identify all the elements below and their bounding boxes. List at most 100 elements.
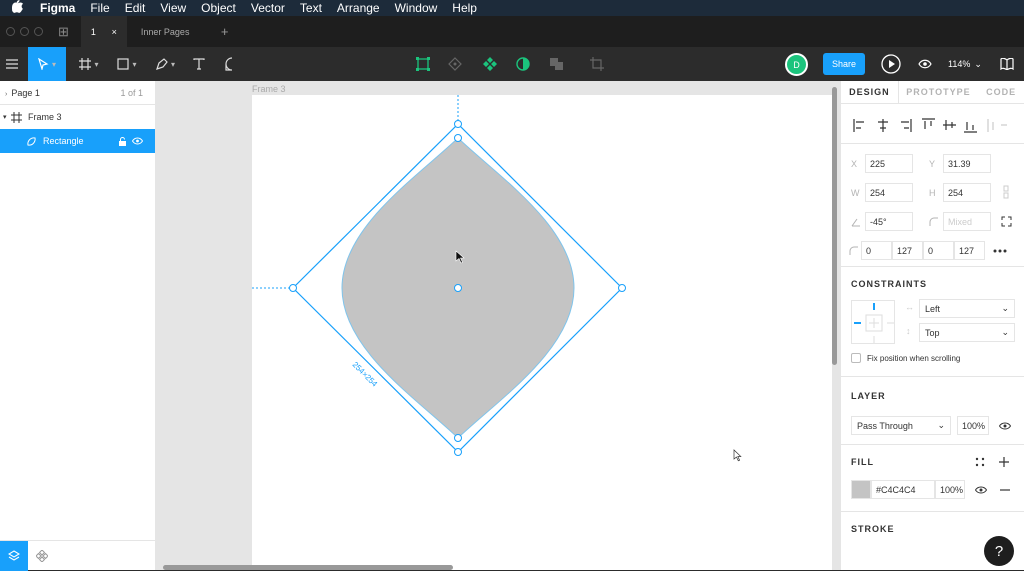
main-menu-icon[interactable] bbox=[0, 47, 24, 81]
view-settings-button[interactable] bbox=[915, 47, 935, 81]
align-icons bbox=[853, 118, 1007, 133]
minimize-window-button[interactable] bbox=[20, 27, 29, 36]
tab-prototype[interactable]: PROTOTYPE bbox=[899, 81, 979, 103]
distribute-icon bbox=[987, 119, 994, 132]
menu-help[interactable]: Help bbox=[452, 1, 477, 15]
zoom-window-button[interactable] bbox=[34, 27, 43, 36]
select-value: Top bbox=[925, 327, 940, 338]
assets-tab-button[interactable] bbox=[28, 541, 56, 571]
more-icon[interactable] bbox=[993, 249, 1007, 253]
rotation-input[interactable]: -45° bbox=[865, 212, 913, 231]
create-component-button[interactable] bbox=[479, 47, 501, 81]
remove-icon[interactable] bbox=[1000, 489, 1010, 491]
apple-icon[interactable] bbox=[11, 0, 26, 16]
independent-corners-icon[interactable] bbox=[1001, 216, 1012, 227]
fill-hex-input[interactable]: #C4C4C4 bbox=[871, 480, 935, 499]
align-center-h-icon bbox=[878, 119, 888, 132]
layer-frame-3[interactable]: ▾ Frame 3 bbox=[0, 105, 155, 129]
page-selector[interactable]: › Page 1 1 of 1 bbox=[0, 81, 155, 105]
close-window-button[interactable] bbox=[6, 27, 15, 36]
new-tab-icon[interactable]: + bbox=[221, 24, 229, 39]
eye-icon[interactable] bbox=[132, 137, 143, 145]
add-icon[interactable] bbox=[999, 457, 1009, 467]
style-grid-icon[interactable] bbox=[975, 457, 985, 467]
menu-text[interactable]: Text bbox=[300, 1, 322, 15]
corner-top-right-input[interactable]: 127 bbox=[892, 241, 923, 260]
comment-tool-button[interactable] bbox=[221, 47, 243, 81]
flatten-button[interactable] bbox=[586, 47, 608, 81]
resize-handle-left bbox=[289, 284, 297, 292]
panel-tabs: DESIGN PROTOTYPE CODE bbox=[841, 81, 1024, 104]
edit-object-button[interactable] bbox=[444, 47, 466, 81]
eye-icon[interactable] bbox=[999, 422, 1011, 430]
text-tool-button[interactable] bbox=[188, 47, 210, 81]
w-field: W 254 bbox=[851, 183, 913, 202]
menu-window[interactable]: Window bbox=[395, 1, 438, 15]
menu-vector[interactable]: Vector bbox=[251, 1, 285, 15]
menu-object[interactable]: Object bbox=[201, 1, 236, 15]
y-input[interactable]: 31.39 bbox=[943, 154, 991, 173]
x-input[interactable]: 225 bbox=[865, 154, 913, 173]
tab-design[interactable]: DESIGN bbox=[841, 81, 899, 103]
fill-swatch[interactable] bbox=[851, 480, 871, 499]
help-button[interactable]: ? bbox=[984, 536, 1014, 566]
grid-icon[interactable]: ⊞ bbox=[58, 24, 69, 40]
tab-inner-pages[interactable]: Inner Pages bbox=[131, 16, 211, 47]
corner-bottom-left-input[interactable]: 127 bbox=[954, 241, 985, 260]
frame-icon bbox=[11, 111, 22, 123]
tab-code[interactable]: CODE bbox=[978, 81, 1024, 103]
vertical-scrollbar[interactable] bbox=[832, 87, 837, 365]
tab-label: Inner Pages bbox=[140, 26, 190, 37]
move-tool-button[interactable]: ▾ bbox=[28, 47, 66, 81]
close-tab-icon[interactable]: × bbox=[112, 27, 117, 37]
menu-arrange[interactable]: Arrange bbox=[337, 1, 380, 15]
blend-mode-select[interactable]: Pass Through ⌄ bbox=[851, 416, 951, 435]
horizontal-constraint-select[interactable]: Left ⌄ bbox=[919, 299, 1015, 318]
corner-top-left-input[interactable]: 0 bbox=[861, 241, 892, 260]
page-name-row: › Page 1 bbox=[5, 88, 40, 98]
menu-edit[interactable]: Edit bbox=[125, 1, 146, 15]
layers-panel: › Page 1 1 of 1 ▾ Frame 3 Rectangle bbox=[0, 81, 156, 571]
select-value: Left bbox=[925, 303, 941, 314]
corner-bottom-right-input[interactable]: 0 bbox=[923, 241, 954, 260]
pen-icon bbox=[156, 57, 168, 70]
zoom-dropdown[interactable]: 114% ⌄ bbox=[948, 47, 982, 81]
fix-position-row: Fix position when scrolling bbox=[851, 353, 960, 363]
canvas[interactable]: Frame 3 254×254 bbox=[156, 81, 840, 570]
menu-view[interactable]: View bbox=[160, 1, 186, 15]
avatar[interactable]: D bbox=[785, 53, 808, 76]
boolean-frame-button[interactable] bbox=[412, 47, 434, 81]
menu-figma[interactable]: Figma bbox=[40, 1, 75, 15]
shape-tool-button[interactable]: ▾ bbox=[110, 47, 144, 81]
chevron-down-icon: ⌄ bbox=[1001, 303, 1009, 313]
fill-opacity-input[interactable]: 100% bbox=[935, 480, 965, 499]
fix-position-checkbox[interactable] bbox=[851, 353, 861, 363]
menu-file[interactable]: File bbox=[90, 1, 109, 15]
layers-tab-button[interactable] bbox=[0, 541, 28, 571]
constrain-proportions-icon[interactable] bbox=[1002, 185, 1010, 199]
align-right-icon bbox=[901, 119, 912, 132]
mask-button[interactable] bbox=[512, 47, 534, 81]
properties-panel: DESIGN PROTOTYPE CODE X 225 Y 31.39 W 25… bbox=[840, 81, 1024, 570]
corners-row: 0 127 0 127 bbox=[849, 241, 1007, 260]
share-button[interactable]: Share bbox=[823, 53, 865, 75]
present-button[interactable] bbox=[879, 47, 903, 81]
layer-opacity-input[interactable]: 100% bbox=[957, 416, 989, 435]
constraints-widget[interactable] bbox=[851, 300, 895, 344]
boolean-ops-button[interactable] bbox=[546, 47, 568, 81]
vertical-constraint-select[interactable]: Top ⌄ bbox=[919, 323, 1015, 342]
tab-file-1[interactable]: 1 × bbox=[80, 16, 127, 47]
w-input[interactable]: 254 bbox=[865, 183, 913, 202]
chevron-down-icon[interactable]: ▾ bbox=[3, 113, 11, 121]
horizontal-scrollbar[interactable] bbox=[163, 565, 453, 570]
eye-icon[interactable] bbox=[975, 486, 987, 494]
pen-tool-button[interactable]: ▾ bbox=[148, 47, 182, 81]
chevron-down-icon: ⌄ bbox=[937, 420, 945, 430]
layer-rectangle[interactable]: Rectangle bbox=[0, 129, 155, 153]
frame-tool-button[interactable]: ▾ bbox=[72, 47, 106, 81]
radius-input[interactable]: Mixed bbox=[943, 212, 991, 231]
h-input[interactable]: 254 bbox=[943, 183, 991, 202]
library-button[interactable] bbox=[997, 47, 1017, 81]
unlock-icon[interactable] bbox=[118, 136, 127, 146]
rotation-field: -45° bbox=[851, 212, 913, 231]
